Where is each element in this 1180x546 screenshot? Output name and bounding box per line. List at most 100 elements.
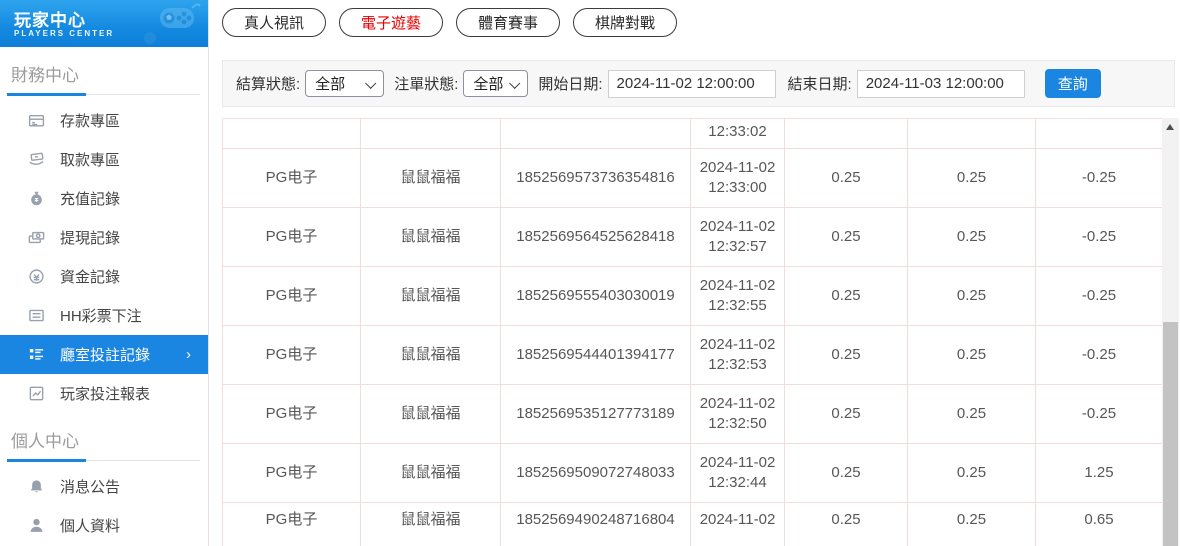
cell-order: 1852569509072748033 [501, 444, 691, 503]
withdraw-hand-icon [28, 151, 45, 168]
table-scrollbar[interactable] [1162, 118, 1179, 546]
table-row: PG电子鼠鼠福福18525695737363548162024-11-02 12… [223, 149, 1163, 208]
settle-status-label: 結算狀態: [236, 73, 300, 94]
brand-title: 玩家中心 [14, 6, 86, 31]
moneybag-icon [28, 190, 45, 207]
cell-order: 1852569555403030019 [501, 267, 691, 326]
main-content: 真人視訊電子遊藝體育賽事棋牌對戰 結算狀態: 全部 注單狀態: 全部 開始日期:… [210, 0, 1180, 546]
sidebar-item-label: 玩家投注報表 [60, 383, 150, 404]
cell-payout: 0.65 [1036, 503, 1163, 546]
cell-valid [908, 119, 1036, 149]
cell-payout: -0.25 [1036, 149, 1163, 208]
deposit-card-icon [28, 112, 45, 129]
table-row: PG电子鼠鼠福福18525694902487168042024-11-020.2… [223, 503, 1163, 546]
cell-platform: PG电子 [223, 267, 361, 326]
cell-bet: 0.25 [785, 503, 908, 546]
sidebar-item[interactable]: 個人資料 [0, 506, 208, 545]
order-status-value: 全部 [473, 73, 503, 94]
report-chart-icon [28, 385, 45, 402]
tab-category[interactable]: 體育賽事 [456, 8, 560, 37]
funds-coin-icon [28, 268, 45, 285]
cell-valid: 0.25 [908, 444, 1036, 503]
sidebar-item[interactable]: 廳室投註記錄› [0, 335, 208, 374]
tab-active[interactable]: 電子遊藝 [339, 8, 443, 37]
start-date-input[interactable] [608, 70, 776, 98]
bet-records-table: 12:33:02PG电子鼠鼠福福18525695737363548162024-… [222, 118, 1163, 546]
query-button[interactable]: 查詢 [1045, 69, 1101, 98]
cell-valid: 0.25 [908, 385, 1036, 444]
cell-bet: 0.25 [785, 208, 908, 267]
cell-game: 鼠鼠福福 [361, 267, 501, 326]
cell-order: 1852569564525628418 [501, 208, 691, 267]
cell-time: 2024-11-02 12:32:50 [691, 385, 785, 444]
section-underline [7, 460, 200, 461]
sidebar-item[interactable]: 資金記錄 [0, 257, 208, 296]
cell-order: 1852569544401394177 [501, 326, 691, 385]
table-row: PG电子鼠鼠福福18525695351277731892024-11-02 12… [223, 385, 1163, 444]
filter-bar: 結算狀態: 全部 注單狀態: 全部 開始日期: 結束日期: 查詢 [222, 60, 1175, 107]
cell-platform: PG电子 [223, 149, 361, 208]
cell-game: 鼠鼠福福 [361, 149, 501, 208]
sidebar-item[interactable]: 玩家投注報表 [0, 374, 208, 413]
table-row: 12:33:02 [223, 119, 1163, 149]
cell-game: 鼠鼠福福 [361, 326, 501, 385]
section-underline [7, 94, 200, 95]
cell-bet: 0.25 [785, 267, 908, 326]
cell-payout: -0.25 [1036, 267, 1163, 326]
sidebar-item-label: 資金記錄 [60, 266, 120, 287]
sidebar-header: 玩家中心 PLAYERS CENTER [0, 0, 208, 47]
order-status-select[interactable]: 全部 [463, 70, 528, 97]
cell-platform: PG电子 [223, 503, 361, 546]
cell-payout: 1.25 [1036, 444, 1163, 503]
cell-order: 1852569573736354816 [501, 149, 691, 208]
scrollbar-up-arrow-icon[interactable] [1162, 118, 1179, 135]
cell-game [361, 119, 501, 149]
cell-time: 2024-11-02 12:32:57 [691, 208, 785, 267]
sidebar-sections: 財務中心存款專區取款專區充值記錄提現記錄資金記錄 HH彩票下注廳室投註記錄› 玩家投… [0, 47, 208, 545]
cell-valid: 0.25 [908, 149, 1036, 208]
sidebar-item-label: 取款專區 [60, 149, 120, 170]
cell-platform [223, 119, 361, 149]
cell-bet: 0.25 [785, 326, 908, 385]
table-row: PG电子鼠鼠福福18525695645256284182024-11-02 12… [223, 208, 1163, 267]
end-date-input[interactable] [857, 70, 1025, 98]
table-row: PG电子鼠鼠福福18525695554030300192024-11-02 12… [223, 267, 1163, 326]
user-icon [28, 517, 45, 534]
cell-valid: 0.25 [908, 326, 1036, 385]
cell-order: 1852569535127773189 [501, 385, 691, 444]
sidebar-item[interactable]: 提現記錄 [0, 218, 208, 257]
settle-status-select[interactable]: 全部 [305, 70, 384, 97]
table-row: PG电子鼠鼠福福18525695444013941772024-11-02 12… [223, 326, 1163, 385]
cell-bet: 0.25 [785, 444, 908, 503]
tab-category[interactable]: 棋牌對戰 [573, 8, 677, 37]
sidebar-item-label: 充值記錄 [60, 188, 120, 209]
cell-game: 鼠鼠福福 [361, 444, 501, 503]
bet-records-icon [28, 346, 45, 363]
cell-payout: -0.25 [1036, 326, 1163, 385]
scrollbar-thumb[interactable] [1163, 322, 1178, 546]
cell-time: 2024-11-02 12:33:00 [691, 149, 785, 208]
sidebar-item[interactable]: 存款專區 [0, 101, 208, 140]
section-title: 財務中心 [0, 47, 208, 94]
settle-status-value: 全部 [315, 73, 345, 94]
sidebar-item[interactable]: HH彩票下注 [0, 296, 208, 335]
cash-icon [28, 229, 45, 246]
sidebar-item-label: HH彩票下注 [60, 305, 142, 326]
cell-bet [785, 119, 908, 149]
lottery-list-icon [28, 307, 45, 324]
section-title: 個人中心 [0, 413, 208, 460]
sidebar-item-label: 提現記錄 [60, 227, 120, 248]
cell-platform: PG电子 [223, 208, 361, 267]
sidebar-item[interactable]: 取款專區 [0, 140, 208, 179]
cell-game: 鼠鼠福福 [361, 503, 501, 546]
cell-payout [1036, 119, 1163, 149]
sidebar: 玩家中心 PLAYERS CENTER 財務中心存款專區取款專區充值記錄提現記錄… [0, 0, 209, 546]
cell-time: 2024-11-02 12:32:53 [691, 326, 785, 385]
cell-valid: 0.25 [908, 208, 1036, 267]
cell-platform: PG电子 [223, 385, 361, 444]
cell-time: 12:33:02 [691, 119, 785, 149]
sidebar-item[interactable]: 消息公告 [0, 467, 208, 506]
sidebar-item[interactable]: 充值記錄 [0, 179, 208, 218]
sidebar-item-label: 消息公告 [60, 476, 120, 497]
tab-category[interactable]: 真人視訊 [222, 8, 326, 37]
